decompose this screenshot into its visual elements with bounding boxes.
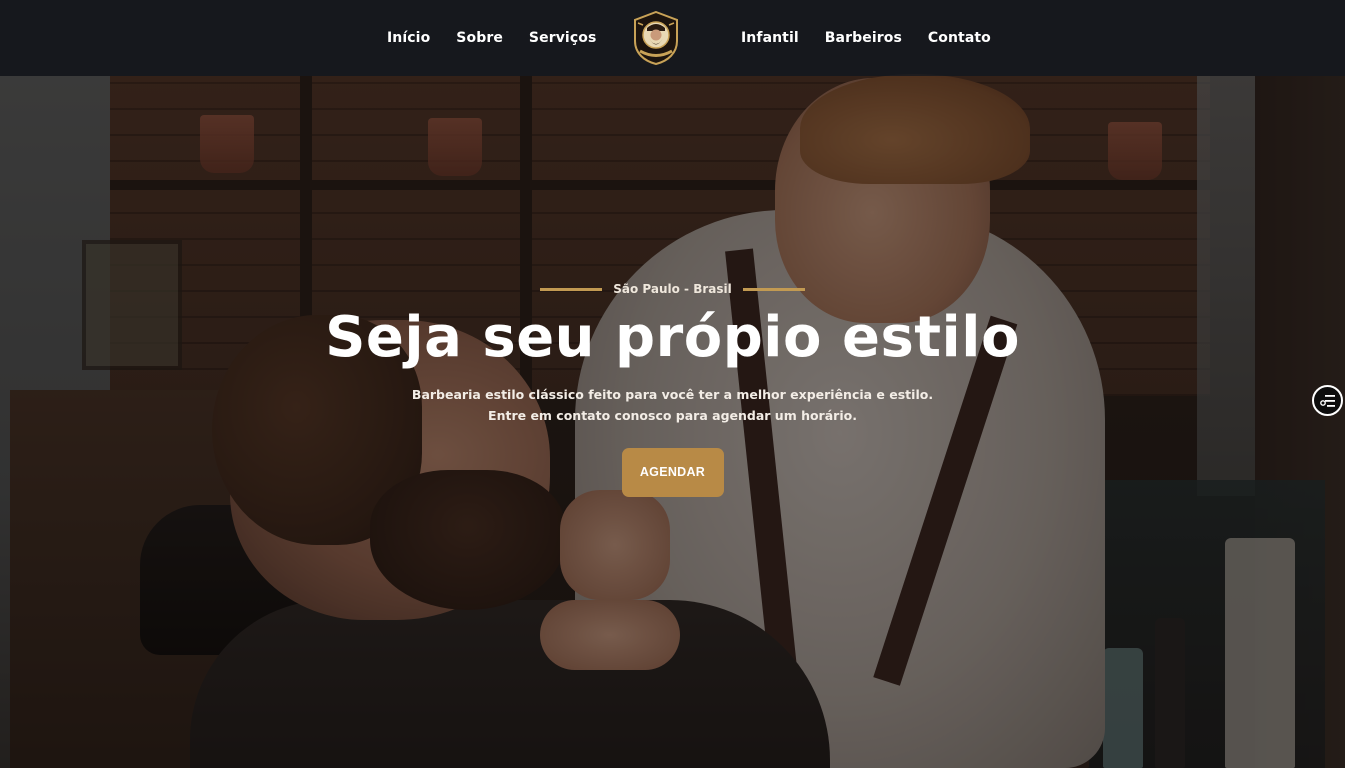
location-label: São Paulo - Brasil bbox=[613, 282, 732, 296]
location-row: São Paulo - Brasil bbox=[0, 276, 1345, 302]
top-navigation-bar: Início Sobre Serviços Infantil Barbeiros… bbox=[0, 0, 1345, 76]
agendar-button[interactable]: Agendar bbox=[621, 448, 724, 497]
hero-description-line-2: Entre em contato conosco para agendar um… bbox=[488, 408, 857, 423]
nav-link-barbeiros[interactable]: Barbeiros bbox=[825, 30, 902, 46]
nav-link-inicio[interactable]: Início bbox=[387, 30, 430, 46]
hero-headline: Seja seu própio estilo bbox=[325, 305, 1020, 370]
nav-link-contato[interactable]: Contato bbox=[928, 30, 991, 46]
nav-link-sobre[interactable]: Sobre bbox=[456, 30, 503, 46]
nav-right: Infantil Barbeiros Contato bbox=[741, 0, 991, 76]
hero-description-line-1: Barbearia estilo clássico feito para voc… bbox=[411, 387, 934, 402]
decorative-line-right bbox=[742, 287, 805, 291]
nav-left: Início Sobre Serviços bbox=[387, 0, 596, 76]
nav-link-servicos[interactable]: Serviços bbox=[529, 30, 596, 46]
hero-content: São Paulo - Brasil Seja seu própio estil… bbox=[0, 276, 1345, 497]
hero-description: Barbearia estilo clássico feito para voc… bbox=[0, 384, 1345, 426]
nav-link-infantil[interactable]: Infantil bbox=[741, 30, 799, 46]
decorative-line-left bbox=[540, 287, 603, 291]
barbershop-logo-icon[interactable] bbox=[632, 10, 680, 66]
filter-settings-icon[interactable] bbox=[1312, 385, 1343, 416]
